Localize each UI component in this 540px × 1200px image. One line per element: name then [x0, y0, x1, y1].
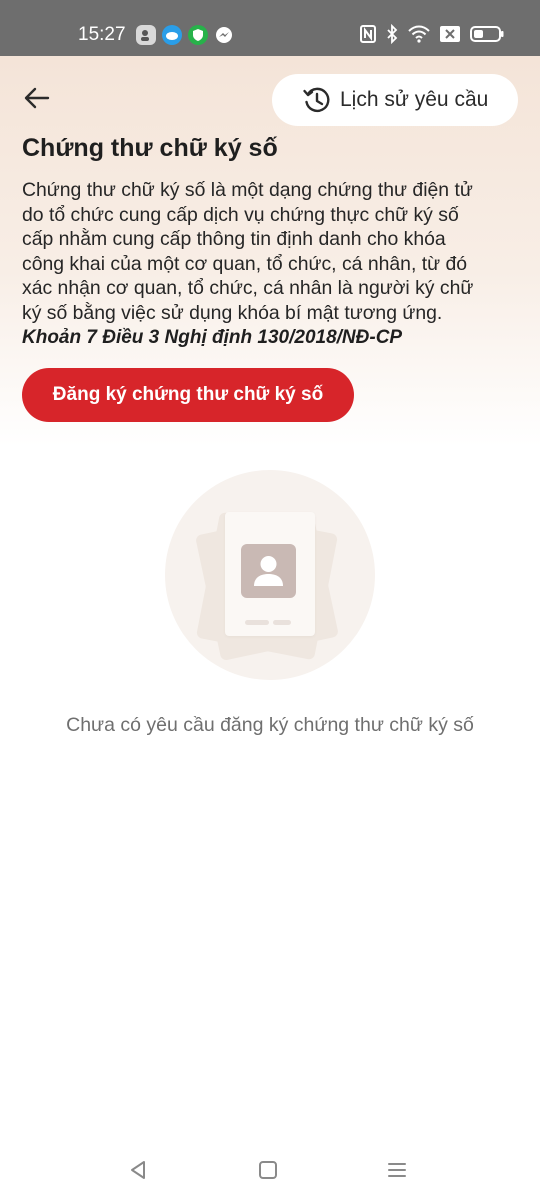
cloud-icon: [162, 25, 182, 45]
description-line: do tổ chức cung cấp dịch vụ chứng thực c…: [22, 203, 459, 226]
nav-back-button[interactable]: [124, 1156, 152, 1184]
home-square-icon: [257, 1159, 279, 1181]
bluetooth-icon: [386, 23, 398, 49]
description-line: công khai của một cơ quan, tổ chức, cá n…: [22, 252, 468, 275]
request-history-button[interactable]: Lịch sử yêu cầu: [272, 74, 518, 126]
legal-reference: Khoản 7 Điều 3 Nghị định 130/2018/NĐ-CP: [22, 327, 403, 348]
description-line: Chứng thư chữ ký số là một dạng chứng th…: [22, 179, 473, 201]
description-line: cấp nhằm cung cấp thông tin định danh ch…: [22, 228, 446, 250]
paper-sheet-front: [225, 512, 315, 636]
shield-icon: [188, 25, 208, 45]
page-title: Chứng thư chữ ký số: [22, 134, 278, 162]
notification-icons: [136, 25, 234, 45]
status-time: 15:27: [78, 24, 126, 45]
contact-card-icon: [136, 25, 156, 45]
nfc-icon: [360, 25, 376, 48]
description-line: ký số bằng việc sử dụng khóa bí mật tươn…: [22, 301, 443, 324]
status-bar: 15:27: [0, 0, 540, 56]
battery-icon: [470, 25, 504, 48]
nav-recents-button[interactable]: [383, 1156, 411, 1184]
paper-line: [245, 620, 269, 625]
description-line: xác nhận cơ quan, tổ chức, cá nhân là ng…: [22, 277, 474, 299]
back-arrow-icon: [24, 87, 50, 114]
register-certificate-button[interactable]: Đăng ký chứng thư chữ ký số: [22, 368, 354, 422]
wifi-icon: [408, 25, 430, 48]
document-avatar-illustration: [165, 470, 375, 680]
avatar-placeholder-icon: [241, 544, 296, 598]
back-triangle-icon: [127, 1159, 149, 1181]
back-button[interactable]: [24, 86, 56, 114]
paper-line: [273, 620, 291, 625]
system-nav-bar: [0, 1140, 540, 1200]
history-button-label: Lịch sử yêu cầu: [340, 88, 489, 111]
messenger-icon: [214, 25, 234, 45]
empty-state-message: Chưa có yêu cầu đăng ký chứng thư chữ ký…: [66, 714, 474, 736]
description: Chứng thư chữ ký số là một dạng chứng th…: [22, 178, 518, 325]
system-icons: [360, 23, 504, 49]
sim-off-icon: [440, 26, 460, 47]
nav-home-button[interactable]: [254, 1156, 282, 1184]
history-clock-icon: [302, 85, 332, 115]
recents-menu-icon: [386, 1159, 408, 1181]
